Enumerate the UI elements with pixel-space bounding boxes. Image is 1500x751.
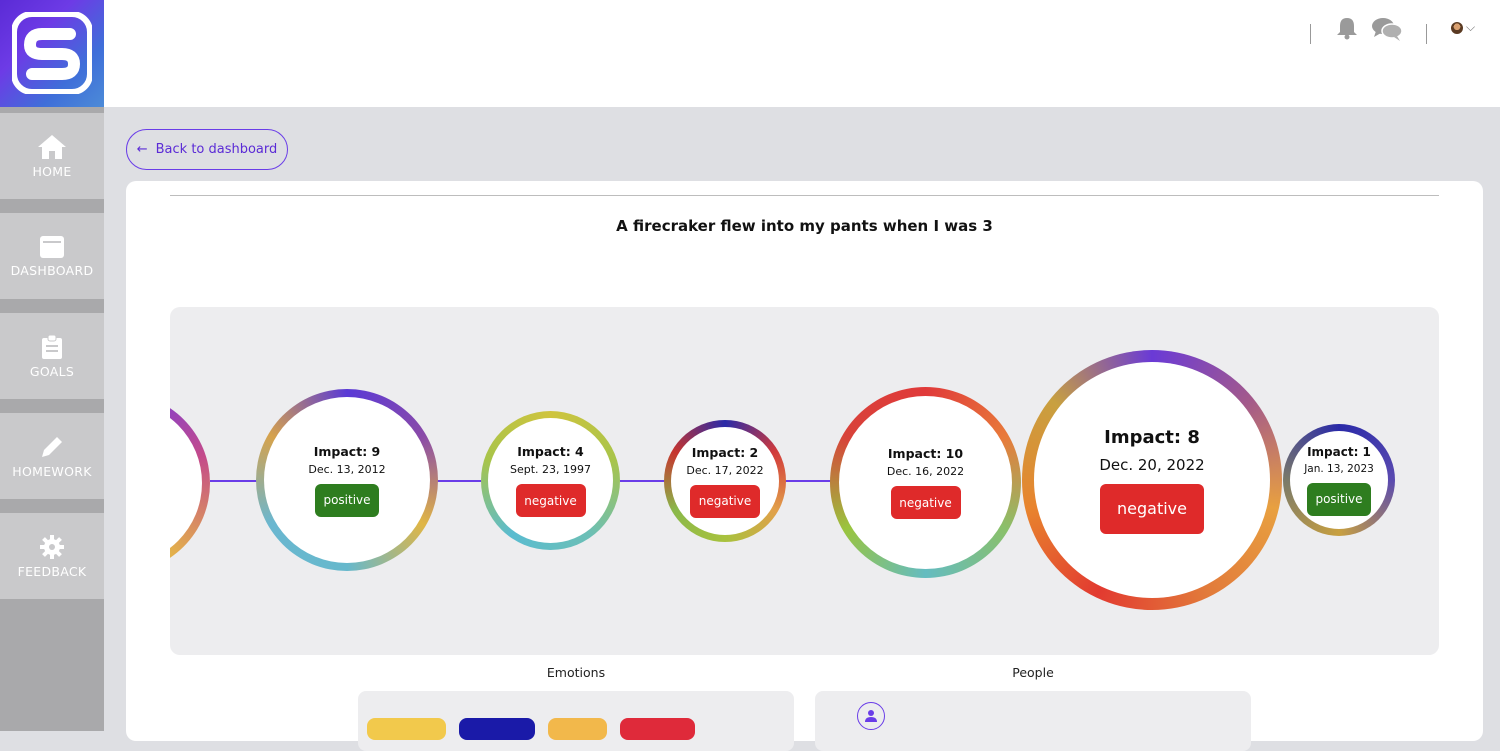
impact-score: Impact: 2 [691,444,759,460]
timeline-node[interactable]: Impact: 10 Dec. 16, 2022 negative [830,387,1021,578]
sidebar: HOME DASHBOARD GOALS HOMEWORK FEEDBACK [0,0,104,731]
event-date: Dec. 20, 2022 [1099,455,1205,474]
notifications-button[interactable] [1336,16,1358,44]
timeline-node[interactable]: Impact: 4 Sept. 23, 1997 negative [481,411,620,550]
timeline-connector [210,480,260,482]
event-date: Sept. 23, 1997 [509,463,592,476]
person-button[interactable] [857,702,885,730]
emotions-label: Emotions [546,665,606,680]
memory-timeline: Impact: 9 Dec. 13, 2012 positive Impact:… [170,307,1439,655]
sidebar-item-dashboard[interactable]: DASHBOARD [0,213,104,299]
bell-icon [1337,18,1357,40]
pencil-icon [42,436,62,457]
home-icon [38,134,66,159]
sidebar-item-homework[interactable]: HOMEWORK [0,413,104,499]
timeline-node[interactable] [170,393,210,573]
impact-score: Impact: 9 [313,443,381,459]
back-button-label: Back to dashboard [155,142,278,157]
emotion-chip[interactable] [548,718,607,740]
timeline-node[interactable]: Impact: 2 Dec. 17, 2022 negative [664,420,786,542]
impact-score: Impact: 8 [1104,426,1200,448]
brand-logo-icon [12,12,92,94]
event-date: Dec. 17, 2022 [686,463,764,477]
timeline-connector [620,480,670,482]
emotion-chip[interactable] [367,718,446,740]
sentiment-tag: positive [1307,482,1371,516]
back-to-dashboard-button[interactable]: ← Back to dashboard [126,129,288,170]
brand-logo[interactable] [0,0,104,107]
sentiment-tag: negative [1100,483,1204,534]
sentiment-tag: negative [890,486,961,519]
sentiment-tag: negative [515,484,586,517]
divider [170,195,1439,196]
sentiment-tag: positive [315,483,379,517]
emotion-chip[interactable] [459,718,535,740]
memory-title: A firecraker flew into my pants when I w… [616,217,993,235]
timeline-node[interactable]: Impact: 9 Dec. 13, 2012 positive [256,389,438,571]
sidebar-item-label: FEEDBACK [17,563,87,579]
chevron-down-icon[interactable]: ⌵ [1466,20,1475,35]
sidebar-item-home[interactable]: HOME [0,113,104,199]
sidebar-item-label: HOMEWORK [12,463,92,479]
timeline-node[interactable]: Impact: 8 Dec. 20, 2022 negative [1022,350,1282,610]
header-divider [1426,24,1427,44]
dashboard-icon [40,235,64,258]
top-bar [104,0,1500,107]
sidebar-item-label: GOALS [29,363,75,379]
impact-score: Impact: 10 [887,446,964,461]
arrow-left-icon: ← [136,142,148,157]
event-date: Dec. 13, 2012 [308,462,386,476]
timeline-node[interactable]: Impact: 1 Jan. 13, 2023 positive [1283,424,1395,536]
gear-icon [40,534,64,559]
sidebar-item-feedback[interactable]: FEEDBACK [0,513,104,599]
impact-score: Impact: 1 [1307,444,1371,459]
sentiment-tag: negative [690,484,760,518]
avatar[interactable] [1451,22,1463,34]
clipboard-icon [42,334,62,359]
person-icon [865,710,877,722]
header-divider [1310,24,1311,44]
sidebar-item-goals[interactable]: GOALS [0,313,104,399]
sidebar-item-label: HOME [32,163,72,179]
event-date: Dec. 16, 2022 [886,465,965,478]
impact-score: Impact: 4 [517,444,584,459]
event-date: Jan. 13, 2023 [1304,462,1374,475]
messages-button[interactable] [1371,16,1403,46]
timeline-connector [782,480,834,482]
sidebar-item-label: DASHBOARD [10,262,94,278]
chat-icon [1372,18,1403,41]
emotion-chip[interactable] [620,718,695,740]
people-label: People [1012,665,1054,680]
timeline-connector [435,480,485,482]
